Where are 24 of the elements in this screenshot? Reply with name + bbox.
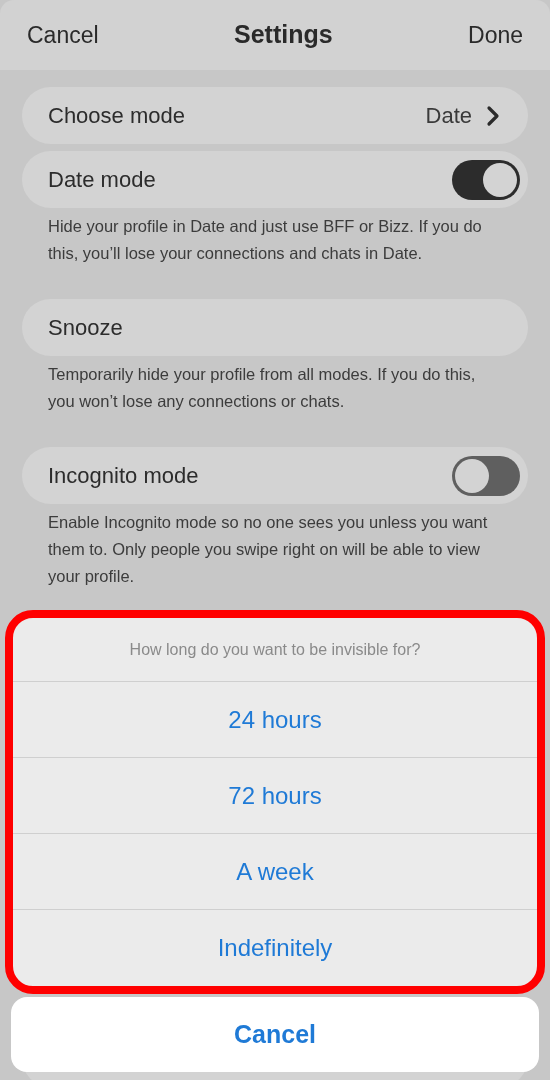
option-button[interactable]: 24 hours bbox=[13, 682, 537, 758]
settings-row[interactable]: Date mode bbox=[22, 151, 528, 208]
settings-row[interactable]: Choose mode Date bbox=[22, 87, 528, 144]
settings-row[interactable]: Incognito mode bbox=[22, 447, 528, 504]
sheet-title: How long do you want to be invisible for? bbox=[13, 618, 537, 682]
screen-title: Settings bbox=[234, 19, 333, 51]
option-button[interactable]: 72 hours bbox=[13, 758, 537, 834]
cancel-button[interactable]: Cancel bbox=[11, 997, 539, 1072]
toggle-switch[interactable] bbox=[452, 455, 520, 496]
row-description: Hide your profile in Date and just use BFF or Bizz. If you do this, you’ll lose your connections and chats in Date. bbox=[47, 216, 483, 264]
row-label: Choose mode bbox=[48, 102, 185, 130]
settings-row[interactable]: Snooze bbox=[22, 299, 528, 356]
cancel-button[interactable]: Cancel bbox=[27, 17, 99, 53]
row-value: Date bbox=[425, 102, 472, 130]
row-description: Temporarily hide your profile from all modes. If you do this, you won’t lose any connections or chats. bbox=[47, 364, 477, 412]
row-label: Incognito mode bbox=[48, 462, 199, 490]
row-description: Enable Incognito mode so no one sees you unless you want them to. Only people you swipe right on will be able to view your profile. bbox=[47, 512, 489, 587]
option-button[interactable]: A week bbox=[13, 834, 537, 910]
chevron-icon bbox=[486, 104, 500, 127]
option-button[interactable]: Indefinitely bbox=[13, 910, 537, 986]
toggle-switch[interactable] bbox=[452, 159, 520, 200]
done-button[interactable]: Done bbox=[468, 17, 523, 53]
row-label: Snooze bbox=[48, 314, 123, 342]
row-label: Date mode bbox=[48, 166, 156, 194]
